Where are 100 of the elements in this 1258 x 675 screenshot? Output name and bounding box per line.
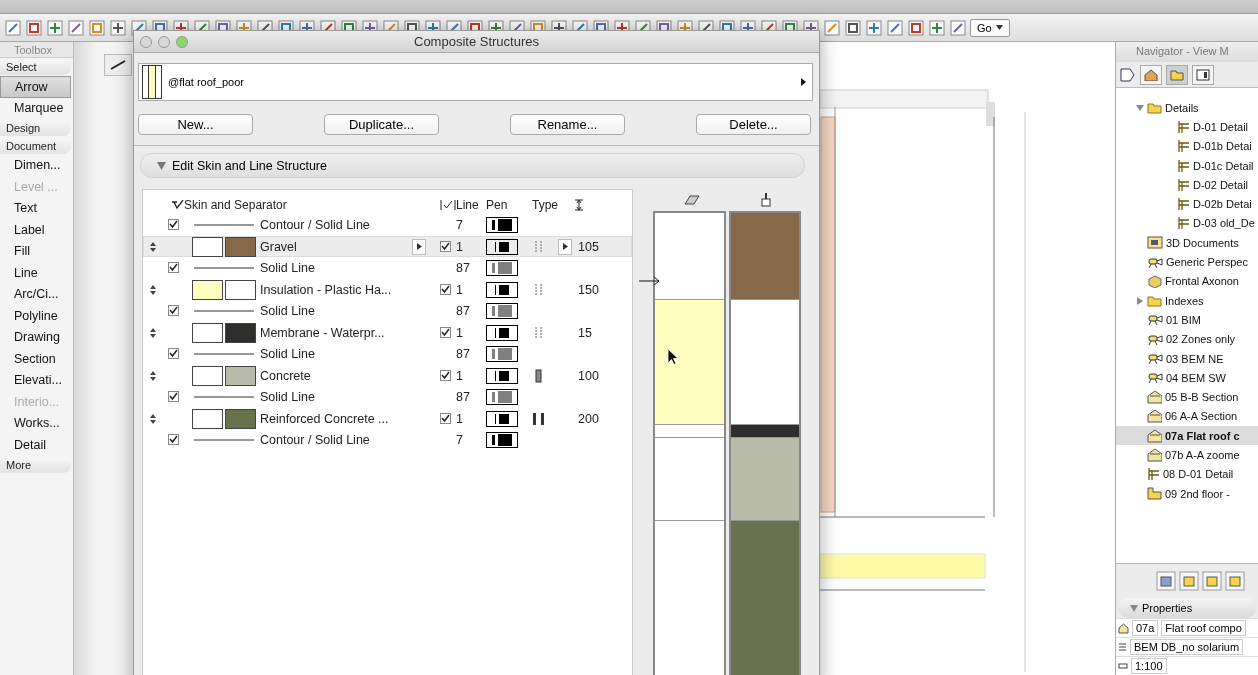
toolbar-icon[interactable]: [46, 18, 64, 37]
popup-arrow-button[interactable]: [558, 238, 572, 255]
drawing-tool-tab[interactable]: [104, 54, 132, 76]
checkbox[interactable]: [439, 327, 451, 338]
tree-item[interactable]: D-01 Detail: [1116, 117, 1258, 137]
pen-swatch[interactable]: [486, 238, 518, 255]
drag-handle-icon[interactable]: [150, 370, 156, 381]
tree-item[interactable]: 01 BIM: [1116, 310, 1258, 330]
toolbar-icon[interactable]: [67, 18, 85, 37]
expanded-triangle-icon[interactable]: [1136, 103, 1144, 112]
view-action-icon[interactable]: [1202, 571, 1222, 591]
color-swatch[interactable]: [225, 236, 256, 257]
color-swatch[interactable]: [225, 322, 256, 343]
popup-arrow-button[interactable]: [412, 238, 426, 255]
pen-swatch[interactable]: [486, 216, 518, 233]
tree-item[interactable]: Indexes: [1116, 290, 1258, 311]
toolbar-icon[interactable]: [865, 18, 883, 37]
tool-item[interactable]: Arc/Ci...: [0, 284, 73, 306]
color-swatch[interactable]: [192, 322, 223, 343]
toolbar-icon[interactable]: [4, 18, 22, 37]
pen-swatch[interactable]: [486, 431, 518, 448]
checkbox[interactable]: [167, 434, 179, 446]
skin-row[interactable]: Gravel 1 105: [143, 235, 632, 257]
color-swatch[interactable]: [225, 408, 256, 429]
tool-item[interactable]: Detail: [0, 434, 73, 456]
skin-row[interactable]: Membrane - Waterpr... 1 15: [143, 321, 632, 343]
pen-swatch[interactable]: [486, 281, 518, 298]
drag-handle-icon[interactable]: [150, 327, 156, 338]
view-id-field[interactable]: 07a: [1132, 620, 1159, 636]
checkbox[interactable]: [439, 284, 451, 295]
thickness-value[interactable]: 105: [574, 238, 631, 255]
dialog-button[interactable]: Rename...: [510, 114, 625, 135]
tree-item[interactable]: 04 BEM SW: [1116, 368, 1258, 388]
pen-swatch[interactable]: [486, 388, 518, 405]
drag-handle-icon[interactable]: [150, 284, 156, 295]
tree-item[interactable]: 02 Zones only: [1116, 329, 1258, 349]
tool-item[interactable]: Drawing: [0, 327, 73, 349]
go-dropdown[interactable]: Go: [970, 18, 1010, 37]
tool-item[interactable]: Section: [0, 348, 73, 370]
toolbar-icon[interactable]: [907, 18, 925, 37]
properties-header[interactable]: Properties: [1118, 598, 1256, 618]
dialog-button[interactable]: New...: [138, 114, 253, 135]
tool-item[interactable]: Arrow: [0, 76, 71, 98]
tool-item[interactable]: Label: [0, 219, 73, 241]
layout-book-tab[interactable]: [1192, 64, 1214, 85]
tool-item[interactable]: Works...: [0, 413, 73, 435]
tool-item[interactable]: Fill: [0, 241, 73, 263]
view-action-icon[interactable]: [1156, 571, 1176, 591]
tree-item[interactable]: D-01b Detai: [1116, 136, 1258, 156]
pen-swatch[interactable]: [486, 345, 518, 362]
toolbar-icon[interactable]: [949, 18, 967, 37]
drag-handle-icon[interactable]: [150, 413, 156, 424]
section-header[interactable]: Edit Skin and Line Structure: [140, 153, 805, 178]
checkbox[interactable]: [167, 348, 179, 360]
checkbox[interactable]: [439, 413, 451, 424]
tree-item[interactable]: Details: [1116, 98, 1258, 118]
tree-item[interactable]: 06 A-A Section: [1116, 406, 1258, 427]
checkbox[interactable]: [167, 262, 179, 274]
tree-item[interactable]: Generic Perspec: [1116, 252, 1258, 272]
tree-item[interactable]: D-01c Detail: [1116, 155, 1258, 176]
skin-row[interactable]: Reinforced Concrete ... 1 200: [143, 407, 632, 429]
tool-item[interactable]: Polyline: [0, 305, 73, 327]
tree-item[interactable]: 3D Documents: [1116, 233, 1258, 253]
color-swatch[interactable]: [192, 236, 223, 257]
tree-item[interactable]: 05 B-B Section: [1116, 387, 1258, 407]
tool-item[interactable]: Elevati...: [0, 370, 73, 392]
toolbar-icon[interactable]: [844, 18, 862, 37]
tree-item[interactable]: 07a Flat roof c: [1116, 426, 1258, 446]
skin-row[interactable]: Insulation - Plastic Ha... 1 150: [143, 278, 632, 300]
pen-swatch[interactable]: [486, 324, 518, 341]
layer-combination-field[interactable]: BEM DB_no solarium: [1130, 639, 1244, 655]
tree-item[interactable]: D-02b Detai: [1116, 194, 1258, 214]
checkbox[interactable]: [167, 305, 179, 317]
view-action-icon[interactable]: [1225, 571, 1245, 591]
color-swatch[interactable]: [225, 365, 256, 386]
pen-swatch[interactable]: [486, 302, 518, 319]
toolbar-icon[interactable]: [886, 18, 904, 37]
tool-item[interactable]: Marquee: [0, 97, 73, 119]
toolbar-icon[interactable]: [928, 18, 946, 37]
checkbox[interactable]: [439, 370, 451, 381]
dialog-button[interactable]: Delete...: [696, 114, 811, 135]
view-action-icon[interactable]: [1179, 571, 1199, 591]
skin-row[interactable]: Concrete 1 100: [143, 364, 632, 386]
view-name-field[interactable]: Flat roof compo: [1161, 620, 1246, 636]
checkbox[interactable]: [167, 391, 179, 403]
color-swatch[interactable]: [192, 279, 223, 300]
scale-field[interactable]: 1:100: [1131, 658, 1167, 674]
checkbox[interactable]: [167, 219, 179, 231]
dialog-button[interactable]: Duplicate...: [324, 114, 439, 135]
toolbar-icon[interactable]: [109, 18, 127, 37]
pen-swatch[interactable]: [486, 259, 518, 276]
color-swatch[interactable]: [192, 408, 223, 429]
tree-item[interactable]: 03 BEM NE: [1116, 348, 1258, 369]
color-swatch[interactable]: [192, 365, 223, 386]
toolbar-icon[interactable]: [25, 18, 43, 37]
drag-handle-icon[interactable]: [150, 241, 156, 252]
collapsed-triangle-icon[interactable]: [1136, 296, 1144, 305]
color-swatch[interactable]: [225, 279, 256, 300]
tree-item[interactable]: 07b A-A zoome: [1116, 445, 1258, 465]
tree-item[interactable]: D-03 old_De: [1116, 213, 1258, 234]
